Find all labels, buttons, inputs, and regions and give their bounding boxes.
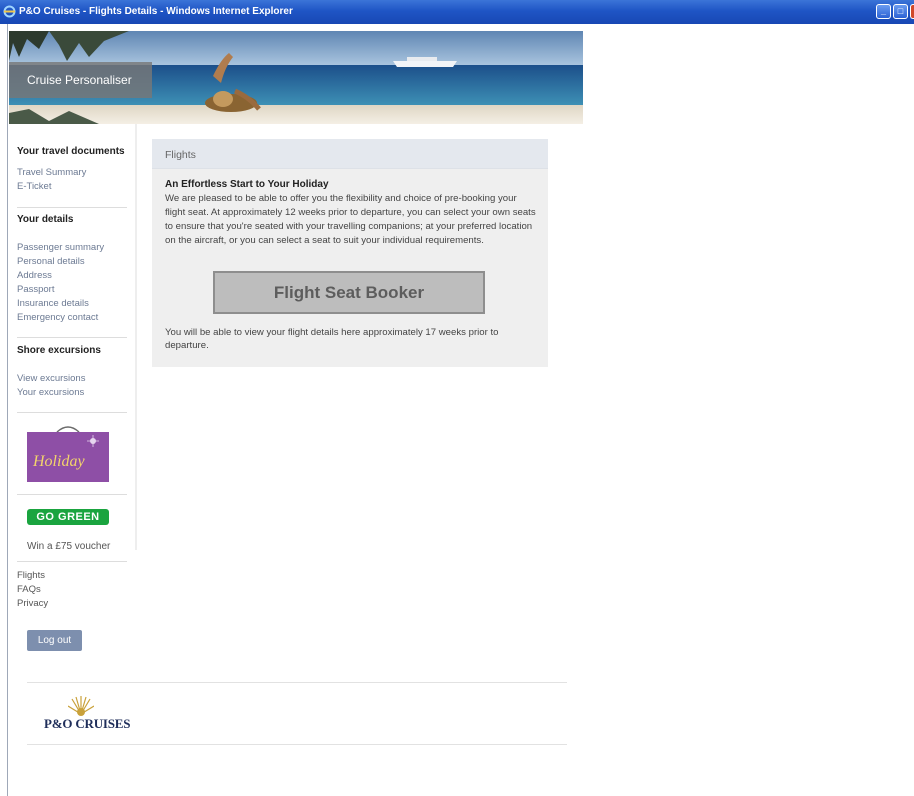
travel-documents-heading: Your travel documents <box>17 146 125 157</box>
sidebar-separator <box>17 561 127 562</box>
flights-panel: Flights An Effortless Start to Your Holi… <box>152 139 548 367</box>
sidebar-link-your-excursions[interactable]: Your excursions <box>17 387 84 398</box>
sidebar-separator <box>17 412 127 413</box>
sidebar-link-e-ticket[interactable]: E-Ticket <box>17 181 51 192</box>
your-details-heading: Your details <box>17 214 74 225</box>
shore-excursions-heading: Shore excursions <box>17 345 101 356</box>
window-titlebar: P&O Cruises - Flights Details - Windows … <box>0 0 914 24</box>
po-cruises-logo-text: P&O CRUISES <box>44 716 131 731</box>
po-cruises-logo[interactable]: P&O CRUISES <box>44 694 130 736</box>
sidebar-separator <box>17 337 127 338</box>
sidebar-separator <box>17 494 127 495</box>
holiday-badge-text: Holiday <box>32 453 85 470</box>
sidebar-link-passport[interactable]: Passport <box>17 284 55 295</box>
panel-title: Flights <box>165 149 196 161</box>
sidebar-link-address[interactable]: Address <box>17 270 52 281</box>
sidebar-link-travel-summary[interactable]: Travel Summary <box>17 167 86 178</box>
logout-button[interactable]: Log out <box>27 630 82 651</box>
panel-note-text: You will be able to view your flight det… <box>165 327 499 351</box>
sidebar-divider <box>135 124 137 550</box>
close-button[interactable] <box>910 4 914 19</box>
go-green-text: GO GREEN <box>36 511 100 523</box>
sidebar-link-faqs[interactable]: FAQs <box>17 584 41 595</box>
sidebar-link-personal-details[interactable]: Personal details <box>17 256 85 267</box>
cruise-personaliser-label: Cruise Personaliser <box>9 62 152 98</box>
sidebar-link-flights[interactable]: Flights <box>17 570 45 581</box>
sidebar-link-emergency-contact[interactable]: Emergency contact <box>17 312 98 323</box>
holiday-bag-icon: Holiday <box>27 426 109 482</box>
window-left-border <box>0 24 8 796</box>
panel-intro-text: We are pleased to be able to offer you t… <box>165 193 536 246</box>
sidebar-link-view-excursions[interactable]: View excursions <box>17 373 85 384</box>
holiday-promo-badge[interactable]: Holiday <box>27 424 109 482</box>
panel-header: Flights <box>152 139 548 169</box>
footer-divider <box>27 744 567 745</box>
sidebar-link-privacy[interactable]: Privacy <box>17 598 48 609</box>
sidebar-link-passenger-summary[interactable]: Passenger summary <box>17 242 104 253</box>
go-green-badge[interactable]: GO GREEN <box>27 509 109 525</box>
win-voucher-text[interactable]: Win a £75 voucher <box>27 541 110 552</box>
cruise-personaliser-text: Cruise Personaliser <box>27 73 132 87</box>
minimize-button[interactable]: _ <box>876 4 891 19</box>
maximize-button[interactable]: □ <box>893 4 908 19</box>
sidebar-separator <box>17 207 127 208</box>
panel-heading: An Effortless Start to Your Holiday <box>165 179 329 190</box>
sidebar-link-insurance-details[interactable]: Insurance details <box>17 298 89 309</box>
window-title: P&O Cruises - Flights Details - Windows … <box>19 6 293 17</box>
ie-logo-icon <box>3 5 16 18</box>
footer-divider <box>27 682 567 683</box>
flight-seat-booker-button[interactable]: Flight Seat Booker <box>213 271 485 314</box>
sun-logo-icon <box>68 696 94 716</box>
